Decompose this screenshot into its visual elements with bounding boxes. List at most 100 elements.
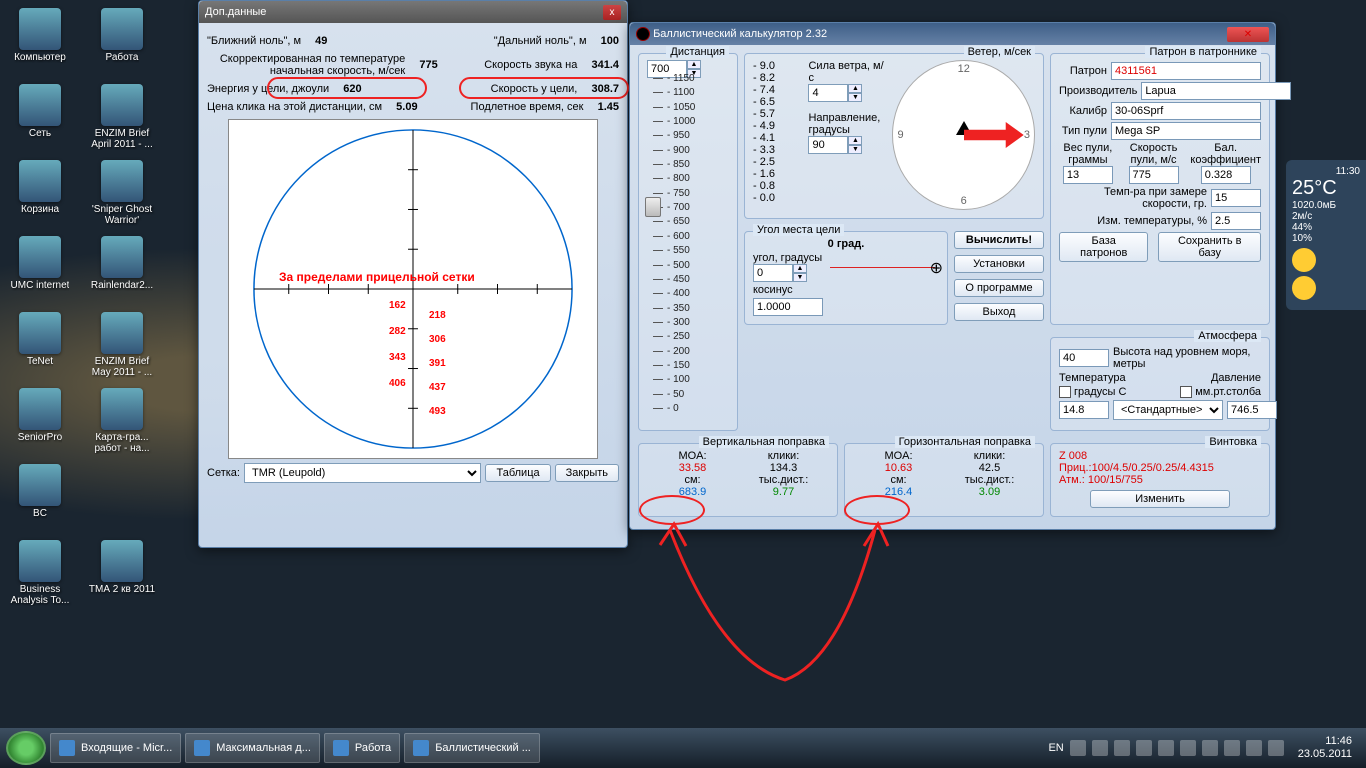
close-icon[interactable]: ✕ — [1227, 27, 1269, 42]
cartridge-title: Патрон в патроннике — [1145, 46, 1261, 58]
group-rifle: Винтовка Z 008 Приц.:100/4.5/0.25/0.25/4… — [1050, 443, 1270, 517]
taskbar-clock[interactable]: 11:46 23.05.2011 — [1290, 735, 1360, 761]
v-moa: 33.58 — [647, 462, 738, 474]
tray-icon[interactable] — [1202, 740, 1218, 756]
tray-icon[interactable] — [1136, 740, 1152, 756]
temp-input[interactable] — [1059, 401, 1109, 419]
desktop-icon[interactable]: Rainlendar2... — [86, 232, 158, 306]
tray-icon[interactable] — [1268, 740, 1284, 756]
about-button[interactable]: О программе — [954, 279, 1044, 297]
distance-rail[interactable]: - 1150- 1100- 1050- 1000- 950- 900- 850-… — [647, 78, 707, 418]
cm-label: см: — [647, 474, 738, 486]
close-icon[interactable]: x — [603, 5, 621, 20]
tray-icon[interactable] — [1070, 740, 1086, 756]
change-button[interactable]: Изменить — [1090, 490, 1230, 508]
wind-dir-label: Направление, градусы — [808, 112, 884, 136]
window-title: Баллистический калькулятор 2.32 — [653, 28, 827, 40]
taskbar-task[interactable]: Баллистический ... — [404, 733, 540, 763]
bc-input[interactable] — [1201, 166, 1251, 184]
desktop-icon[interactable]: ТМА 2 кв 2011 — [86, 536, 158, 610]
desktop-icon[interactable]: Сеть — [4, 80, 76, 154]
scope-warning: За пределами прицельной сетки — [279, 270, 475, 284]
cosine-value — [753, 298, 823, 316]
angle-label: угол, градусы — [753, 252, 822, 264]
caliber-label: Калибр — [1059, 105, 1107, 117]
taskbar: Входящие - Micr...Максимальная д...Работ… — [0, 728, 1366, 768]
desktop-icon[interactable]: TeNet — [4, 308, 76, 382]
wind-rail[interactable]: - 9.0- 8.2- 7.4- 6.5- 5.7- 4.9- 4.1- 3.3… — [753, 60, 800, 210]
group-distance: Дистанция ▲▼ - 1150- 1100- 1050- 1000- 9… — [638, 53, 738, 431]
cartridge-db-button[interactable]: База патронов — [1059, 232, 1148, 262]
horz-title: Горизонтальная поправка — [895, 436, 1035, 448]
rifle-line2: Приц.:100/4.5/0.25/0.25/4.4315 — [1059, 462, 1261, 474]
desktop-icon[interactable]: ENZIM Brief April 2011 - ... — [86, 80, 158, 154]
patron-input[interactable] — [1111, 62, 1261, 80]
pressure-input[interactable] — [1227, 401, 1277, 419]
wind-force-spinner[interactable]: ▲▼ — [808, 84, 862, 102]
gadget-humidity: 44% — [1292, 222, 1360, 233]
maker-input[interactable] — [1141, 82, 1291, 100]
taskbar-task[interactable]: Входящие - Micr... — [50, 733, 181, 763]
temp-header: Температура — [1059, 372, 1126, 384]
close-button[interactable]: Закрыть — [555, 464, 619, 482]
desktop-icon[interactable]: Business Analysis To... — [4, 536, 76, 610]
tray-icon[interactable] — [1158, 740, 1174, 756]
desktop-icon[interactable]: Корзина — [4, 156, 76, 230]
angle-spinner[interactable]: ▲▼ — [753, 264, 807, 282]
group-vertical-correction: Вертикальная поправка MOA:33.58 клики:13… — [638, 443, 838, 517]
table-button[interactable]: Таблица — [485, 464, 550, 482]
caliber-input[interactable] — [1111, 102, 1261, 120]
calculate-button[interactable]: Вычислить! — [954, 231, 1044, 249]
desktop-icon[interactable]: BC — [4, 460, 76, 534]
titlebar-calc[interactable]: Баллистический калькулятор 2.32 ✕ — [630, 23, 1275, 45]
tmeas-input[interactable] — [1211, 189, 1261, 207]
v-clicks: 134.3 — [738, 462, 829, 474]
language-indicator[interactable]: EN — [1048, 742, 1063, 754]
desktop-icon[interactable]: ENZIM Brief May 2011 - ... — [86, 308, 158, 382]
desktop-icon[interactable]: Компьютер — [4, 4, 76, 78]
clock-date: 23.05.2011 — [1298, 748, 1352, 761]
bv-input[interactable] — [1129, 166, 1179, 184]
tdelta-input[interactable] — [1211, 212, 1261, 230]
start-button[interactable] — [6, 731, 46, 765]
energy-label: Энергия у цели, джоули — [207, 83, 329, 95]
v-cm: 683.9 — [647, 486, 738, 498]
cartridge-save-button[interactable]: Сохранить в базу — [1158, 232, 1261, 262]
taskbar-task[interactable]: Работа — [324, 733, 400, 763]
wind-force-input[interactable] — [808, 84, 848, 102]
exit-button[interactable]: Выход — [954, 303, 1044, 321]
desktop-icon[interactable]: Работа — [86, 4, 158, 78]
wind-compass[interactable]: 12 3 6 9 — [892, 60, 1035, 210]
tof-value: 1.45 — [598, 101, 619, 113]
tray-icon[interactable] — [1114, 740, 1130, 756]
tray-icon[interactable] — [1180, 740, 1196, 756]
temp-checkbox[interactable] — [1059, 386, 1071, 398]
bullet-type-input[interactable] — [1111, 122, 1261, 140]
mil-label: тыс.дист.: — [944, 474, 1035, 486]
taskbar-task[interactable]: Максимальная д... — [185, 733, 320, 763]
angle-input[interactable] — [753, 264, 793, 282]
pressure-checkbox[interactable] — [1180, 386, 1192, 398]
moa-label: MOA: — [853, 450, 944, 462]
bw-input[interactable] — [1063, 166, 1113, 184]
desktop-icon[interactable]: Карта-гра... работ - на... — [86, 384, 158, 458]
grid-select[interactable]: TMR (Leupold) — [244, 463, 482, 483]
temp-check-label: градусы С — [1074, 386, 1126, 398]
vtarget-value: 308.7 — [591, 83, 619, 95]
tray-icon[interactable] — [1246, 740, 1262, 756]
titlebar-additional[interactable]: Доп.данные x — [199, 1, 627, 23]
settings-button[interactable]: Установки — [954, 255, 1044, 273]
angle-text: 0 град. — [753, 238, 939, 250]
standard-select[interactable]: <Стандартные> — [1113, 400, 1223, 420]
desktop-icon[interactable]: 'Sniper Ghost Warrior' — [86, 156, 158, 230]
desktop-icon[interactable]: SeniorPro — [4, 384, 76, 458]
wind-dir-input[interactable] — [808, 136, 848, 154]
wind-dir-spinner[interactable]: ▲▼ — [808, 136, 862, 154]
tray-icon[interactable] — [1224, 740, 1240, 756]
altitude-input[interactable] — [1059, 349, 1109, 367]
weather-gadget[interactable]: 11:30 25°C 1020.0мБ 2м/с 44% 10% — [1286, 160, 1366, 310]
desktop-icon[interactable]: UMC internet — [4, 232, 76, 306]
group-atmosphere: Атмосфера Высота над уровнем моря, метры… — [1050, 337, 1270, 431]
tray-icon[interactable] — [1092, 740, 1108, 756]
clicks-label: клики: — [944, 450, 1035, 462]
